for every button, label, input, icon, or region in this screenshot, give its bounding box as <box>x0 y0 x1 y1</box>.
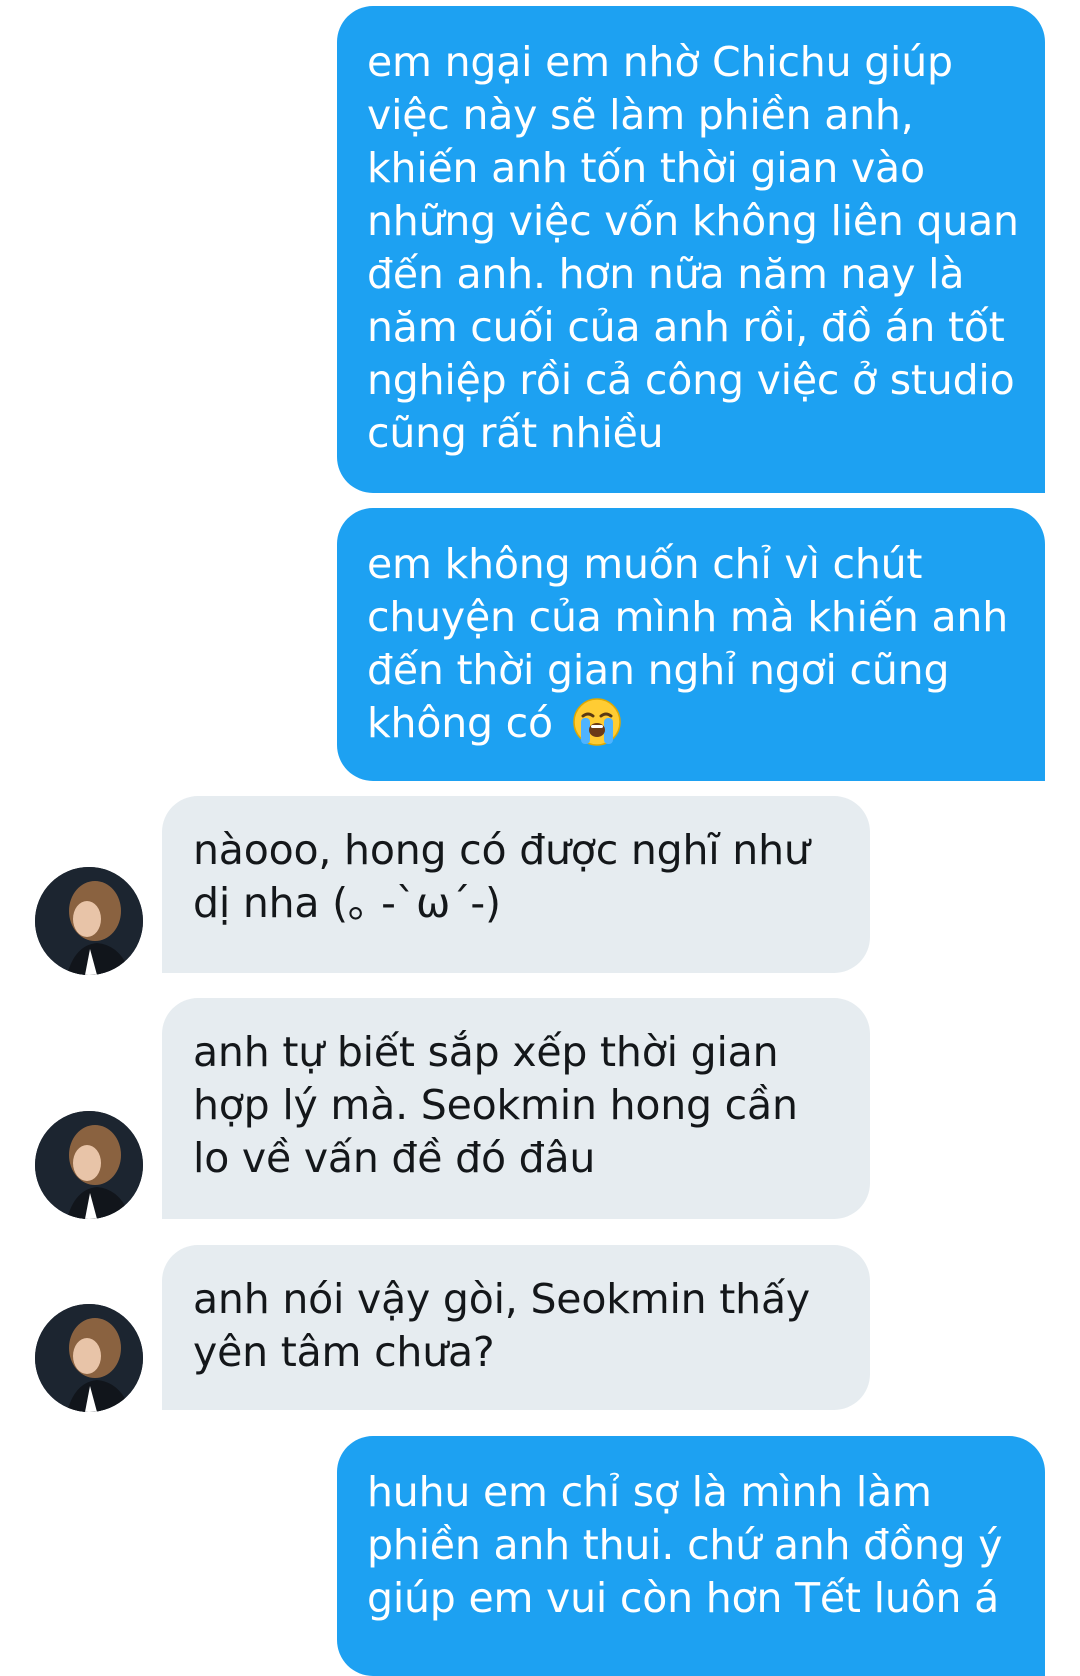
avatar[interactable] <box>35 1304 143 1412</box>
message-text: nàooo, hong có được nghĩ như dị nha (｡ -… <box>193 826 810 927</box>
chat-thread: em ngại em nhờ Chichu giúp việc này sẽ l… <box>0 0 1080 1676</box>
outgoing-message-bubble[interactable]: huhu em chỉ sợ là mình làm phiền anh thu… <box>337 1436 1045 1676</box>
incoming-message-bubble[interactable]: anh tự biết sắp xếp thời gian hợp lý mà.… <box>162 998 870 1219</box>
outgoing-message-bubble[interactable]: em ngại em nhờ Chichu giúp việc này sẽ l… <box>337 6 1045 493</box>
message-text: anh nói vậy gòi, Seokmin thấy yên tâm ch… <box>193 1275 810 1376</box>
avatar[interactable] <box>35 867 143 975</box>
message-text: huhu em chỉ sợ là mình làm phiền anh thu… <box>367 1468 1003 1622</box>
incoming-message-bubble[interactable]: anh nói vậy gòi, Seokmin thấy yên tâm ch… <box>162 1245 870 1410</box>
outgoing-message-bubble[interactable]: em không muốn chỉ vì chút chuyện của mìn… <box>337 508 1045 781</box>
message-text: anh tự biết sắp xếp thời gian hợp lý mà.… <box>193 1028 798 1182</box>
loudly-crying-face-icon <box>572 697 622 747</box>
incoming-message-bubble[interactable]: nàooo, hong có được nghĩ như dị nha (｡ -… <box>162 796 870 973</box>
avatar[interactable] <box>35 1111 143 1219</box>
message-text: em ngại em nhờ Chichu giúp việc này sẽ l… <box>367 38 1019 457</box>
message-text: em không muốn chỉ vì chút chuyện của mìn… <box>367 540 1008 747</box>
